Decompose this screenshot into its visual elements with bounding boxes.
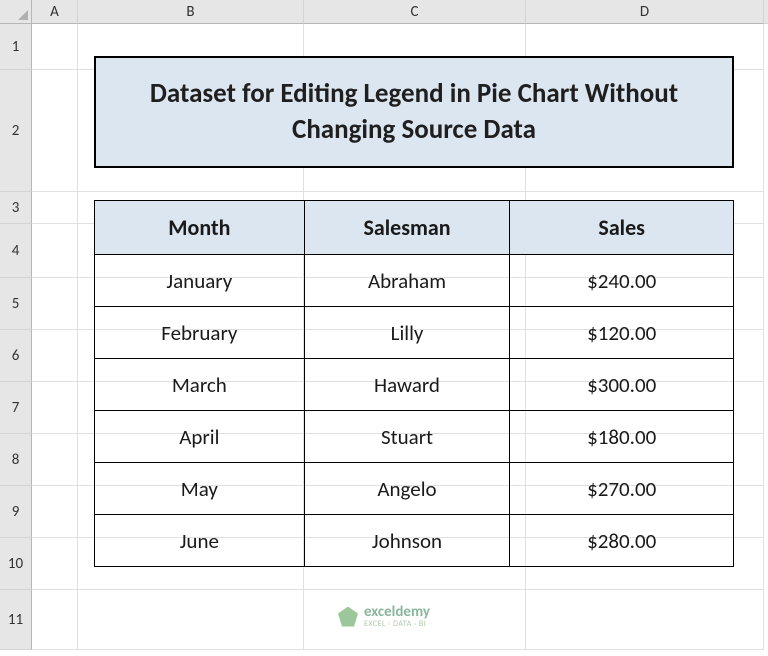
cell[interactable]: [32, 224, 78, 278]
cell[interactable]: [32, 434, 78, 486]
watermark-logo-icon: [338, 607, 358, 627]
watermark-name: exceldemy: [364, 605, 430, 620]
cell-month[interactable]: May: [95, 463, 305, 515]
col-header-a[interactable]: A: [32, 0, 78, 24]
cell-salesman[interactable]: Haward: [304, 359, 510, 411]
header-month[interactable]: Month: [95, 201, 305, 255]
cell[interactable]: [78, 590, 304, 650]
table-row: AprilStuart$180.00: [95, 411, 734, 463]
cell-salesman[interactable]: Angelo: [304, 463, 510, 515]
cell[interactable]: [32, 278, 78, 330]
row-header-10[interactable]: 10: [0, 538, 32, 590]
cell-salesman[interactable]: Abraham: [304, 255, 510, 307]
cell-sales[interactable]: $300.00: [510, 359, 734, 411]
column-headers: A B C D: [0, 0, 768, 24]
row-header-11[interactable]: 11: [0, 590, 32, 650]
cell-sales[interactable]: $120.00: [510, 307, 734, 359]
row-header-9[interactable]: 9: [0, 486, 32, 538]
table-header-row: Month Salesman Sales: [95, 201, 734, 255]
watermark: exceldemy EXCEL · DATA · BI: [338, 605, 430, 628]
cell-sales[interactable]: $180.00: [510, 411, 734, 463]
table-row: JuneJohnson$280.00: [95, 515, 734, 567]
table-row: MayAngelo$270.00: [95, 463, 734, 515]
title-merged-cell[interactable]: Dataset for Editing Legend in Pie Chart …: [94, 56, 734, 168]
cell[interactable]: [32, 538, 78, 590]
cell[interactable]: [32, 24, 78, 70]
cell-month[interactable]: January: [95, 255, 305, 307]
header-sales[interactable]: Sales: [510, 201, 734, 255]
spreadsheet-view: A B C D 1234567891011 Dataset for Editin…: [0, 0, 768, 656]
row-header-6[interactable]: 6: [0, 330, 32, 382]
cell[interactable]: [32, 70, 78, 192]
cell-salesman[interactable]: Johnson: [304, 515, 510, 567]
watermark-text: exceldemy EXCEL · DATA · BI: [364, 605, 430, 628]
row-header-2[interactable]: 2: [0, 70, 32, 192]
cell[interactable]: [32, 590, 78, 650]
watermark-tagline: EXCEL · DATA · BI: [364, 620, 430, 628]
row-header-1[interactable]: 1: [0, 24, 32, 70]
cell[interactable]: [32, 382, 78, 434]
cell-salesman[interactable]: Lilly: [304, 307, 510, 359]
table-row: MarchHaward$300.00: [95, 359, 734, 411]
row-header-8[interactable]: 8: [0, 434, 32, 486]
col-header-b[interactable]: B: [78, 0, 304, 24]
cell-month[interactable]: March: [95, 359, 305, 411]
cell[interactable]: [32, 486, 78, 538]
cell-month[interactable]: June: [95, 515, 305, 567]
row-header-5[interactable]: 5: [0, 278, 32, 330]
cell[interactable]: [32, 192, 78, 224]
col-header-c[interactable]: C: [304, 0, 526, 24]
row-headers: 1234567891011: [0, 24, 32, 650]
row-header-7[interactable]: 7: [0, 382, 32, 434]
select-all-corner[interactable]: [0, 0, 32, 24]
col-header-d[interactable]: D: [526, 0, 764, 24]
cell-sales[interactable]: $240.00: [510, 255, 734, 307]
cell[interactable]: [526, 590, 764, 650]
row-header-3[interactable]: 3: [0, 192, 32, 224]
cell-sales[interactable]: $270.00: [510, 463, 734, 515]
cell[interactable]: [32, 330, 78, 382]
table-row: FebruaryLilly$120.00: [95, 307, 734, 359]
table-row: JanuaryAbraham$240.00: [95, 255, 734, 307]
cell-month[interactable]: February: [95, 307, 305, 359]
cell-sales[interactable]: $280.00: [510, 515, 734, 567]
cell-month[interactable]: April: [95, 411, 305, 463]
cell-salesman[interactable]: Stuart: [304, 411, 510, 463]
data-table: Month Salesman Sales JanuaryAbraham$240.…: [94, 200, 734, 567]
header-salesman[interactable]: Salesman: [304, 201, 510, 255]
row-header-4[interactable]: 4: [0, 224, 32, 278]
